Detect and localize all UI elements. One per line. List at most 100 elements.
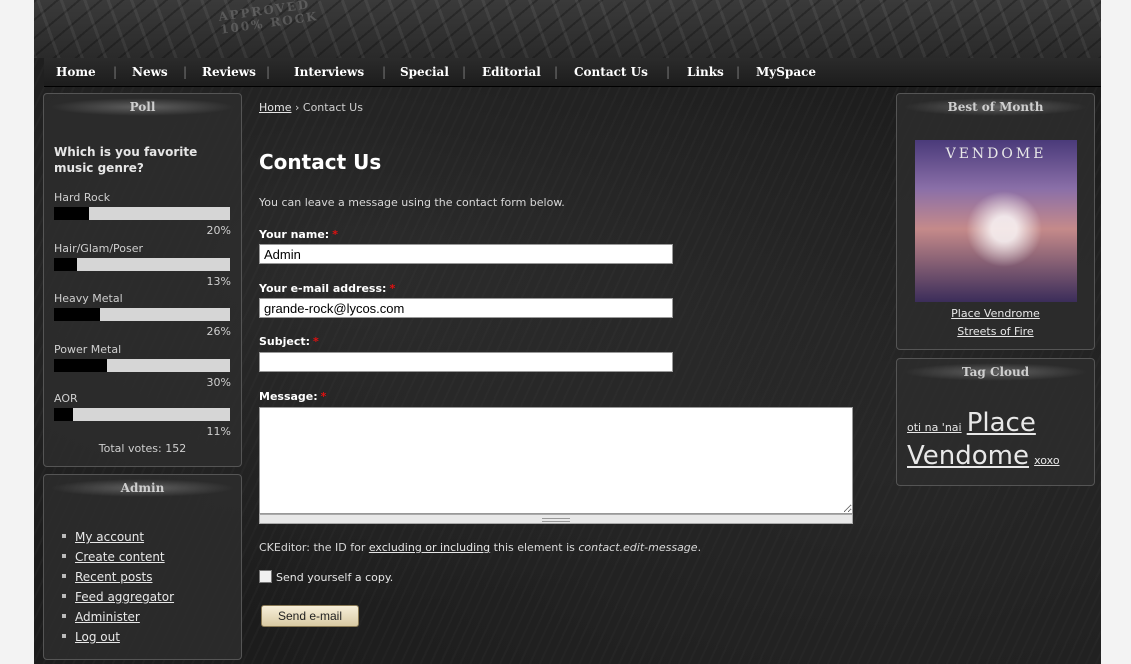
send-copy-option[interactable]: Send yourself a copy.: [259, 570, 393, 584]
required-mark: *: [320, 390, 327, 403]
poll-bar-fill: [54, 408, 74, 421]
admin-menu-item: Administer: [62, 606, 174, 626]
administer-link[interactable]: Administer: [75, 610, 140, 624]
nav-separator: |: [382, 65, 387, 79]
contact-intro: You can leave a message using the contac…: [259, 196, 565, 209]
main-navigation: Home | News | Reviews | Interviews | Spe…: [44, 58, 1101, 87]
tag-link[interactable]: Vendome: [907, 441, 1029, 471]
poll-option-bar: [54, 408, 230, 421]
tag-cloud-block: Tag Cloud oti na 'nai Place Vendome xoxo: [896, 358, 1095, 486]
send-email-button[interactable]: Send e-mail: [261, 605, 359, 627]
email-label-text: Your e-mail address:: [259, 282, 387, 295]
grip-lines-icon: [542, 518, 570, 522]
poll-option-percent: 13%: [206, 275, 231, 288]
nav-separator: |: [113, 65, 118, 79]
tag-cloud-title: Tag Cloud: [903, 363, 1088, 381]
nav-contact-us[interactable]: Contact Us: [574, 65, 648, 79]
poll-option-bar: [54, 207, 230, 220]
message-textarea[interactable]: [259, 407, 853, 514]
tag-cloud-list: oti na 'nai Place Vendome xoxo: [907, 409, 1087, 475]
ckeditor-info-prefix: CKEditor: the ID for: [259, 541, 369, 554]
message-label: Message: *: [259, 390, 326, 403]
nav-separator: |: [554, 65, 559, 79]
poll-question: Which is you favorite music genre?: [54, 145, 198, 175]
admin-menu-item: Recent posts: [62, 566, 174, 586]
ckeditor-toggle-link[interactable]: excluding or including: [369, 541, 490, 554]
email-field[interactable]: [259, 298, 673, 318]
poll-option-percent: 20%: [206, 224, 231, 237]
poll-bar-fill: [54, 258, 77, 271]
poll-total-votes: Total votes: 152: [98, 442, 187, 455]
tag-link[interactable]: Place: [967, 408, 1036, 438]
required-mark: *: [389, 282, 396, 295]
subject-label-text: Subject:: [259, 335, 311, 348]
poll-option-percent: 11%: [206, 425, 231, 438]
admin-menu-item: My account: [62, 526, 174, 546]
poll-bar-fill: [54, 207, 90, 220]
poll-option-label: Hard Rock: [54, 191, 111, 204]
send-copy-checkbox[interactable]: [259, 570, 272, 583]
page-title: Contact Us: [259, 150, 382, 174]
ckeditor-info-middle: this element is: [490, 541, 579, 554]
admin-title: Admin: [50, 479, 235, 497]
breadcrumb-current: Contact Us: [302, 101, 363, 114]
log-out-link[interactable]: Log out: [75, 630, 120, 644]
album-artist-link[interactable]: Place Vendrome: [951, 307, 1040, 320]
banner-stamp: APPROVED 100% ROCK: [217, 0, 320, 37]
poll-option-label: Hair/Glam/Poser: [54, 242, 144, 255]
album-cover-image[interactable]: VENDOME: [915, 140, 1077, 302]
breadcrumb: Home › Contact Us: [259, 101, 363, 114]
admin-menu-item: Log out: [62, 626, 174, 646]
nav-separator: |: [462, 65, 467, 79]
required-mark: *: [332, 228, 338, 241]
poll-option-label: Power Metal: [54, 343, 122, 356]
album-name-link[interactable]: Streets of Fire: [957, 325, 1033, 338]
page-wrapper: APPROVED 100% ROCK Home | News | Reviews…: [34, 0, 1101, 664]
album-name: Streets of Fire: [897, 325, 1094, 338]
best-of-month-block: Best of Month VENDOME Place Vendrome Str…: [896, 93, 1095, 350]
recent-posts-link[interactable]: Recent posts: [75, 570, 152, 584]
my-account-link[interactable]: My account: [75, 530, 144, 544]
nav-separator: |: [736, 65, 741, 79]
nav-separator: |: [266, 65, 271, 79]
nav-reviews[interactable]: Reviews: [202, 65, 256, 79]
ckeditor-info: CKEditor: the ID for excluding or includ…: [259, 541, 701, 554]
poll-bar-fill: [54, 308, 100, 321]
tag-link[interactable]: oti na 'nai: [907, 421, 962, 434]
nav-news[interactable]: News: [132, 65, 168, 79]
poll-option-bar: [54, 308, 230, 321]
email-label: Your e-mail address: *: [259, 282, 395, 295]
nav-editorial[interactable]: Editorial: [482, 65, 541, 79]
name-label-text: Your name:: [259, 228, 330, 241]
site-banner: APPROVED 100% ROCK: [34, 0, 1101, 58]
tag-link[interactable]: xoxo: [1034, 454, 1059, 467]
poll-option-bar: [54, 258, 230, 271]
admin-menu-item: Create content: [62, 546, 174, 566]
subject-label: Subject: *: [259, 335, 319, 348]
name-label: Your name: *: [259, 228, 338, 241]
ckeditor-info-suffix: .: [697, 541, 702, 554]
poll-title: Poll: [50, 98, 235, 116]
poll-option-label: Heavy Metal: [54, 292, 123, 305]
nav-interviews[interactable]: Interviews: [294, 65, 364, 79]
poll-option-label: AOR: [54, 392, 78, 405]
required-mark: *: [313, 335, 319, 348]
textarea-resize-handle[interactable]: [259, 514, 853, 524]
nav-separator: |: [183, 65, 188, 79]
poll-block: Poll Which is you favorite music genre? …: [43, 93, 242, 467]
subject-field[interactable]: [259, 352, 673, 372]
create-content-link[interactable]: Create content: [75, 550, 165, 564]
admin-menu: My account Create content Recent posts F…: [62, 526, 174, 646]
nav-special[interactable]: Special: [400, 65, 449, 79]
album-artist: Place Vendrome: [897, 307, 1094, 320]
nav-home[interactable]: Home: [56, 65, 96, 79]
nav-myspace[interactable]: MySpace: [756, 65, 816, 79]
poll-option-bar: [54, 359, 230, 372]
poll-option-percent: 30%: [206, 376, 231, 389]
breadcrumb-home-link[interactable]: Home: [259, 101, 291, 114]
feed-aggregator-link[interactable]: Feed aggregator: [75, 590, 174, 604]
best-of-month-title: Best of Month: [903, 98, 1088, 116]
send-copy-label: Send yourself a copy.: [276, 571, 394, 584]
name-field[interactable]: [259, 244, 673, 264]
nav-links[interactable]: Links: [687, 65, 724, 79]
